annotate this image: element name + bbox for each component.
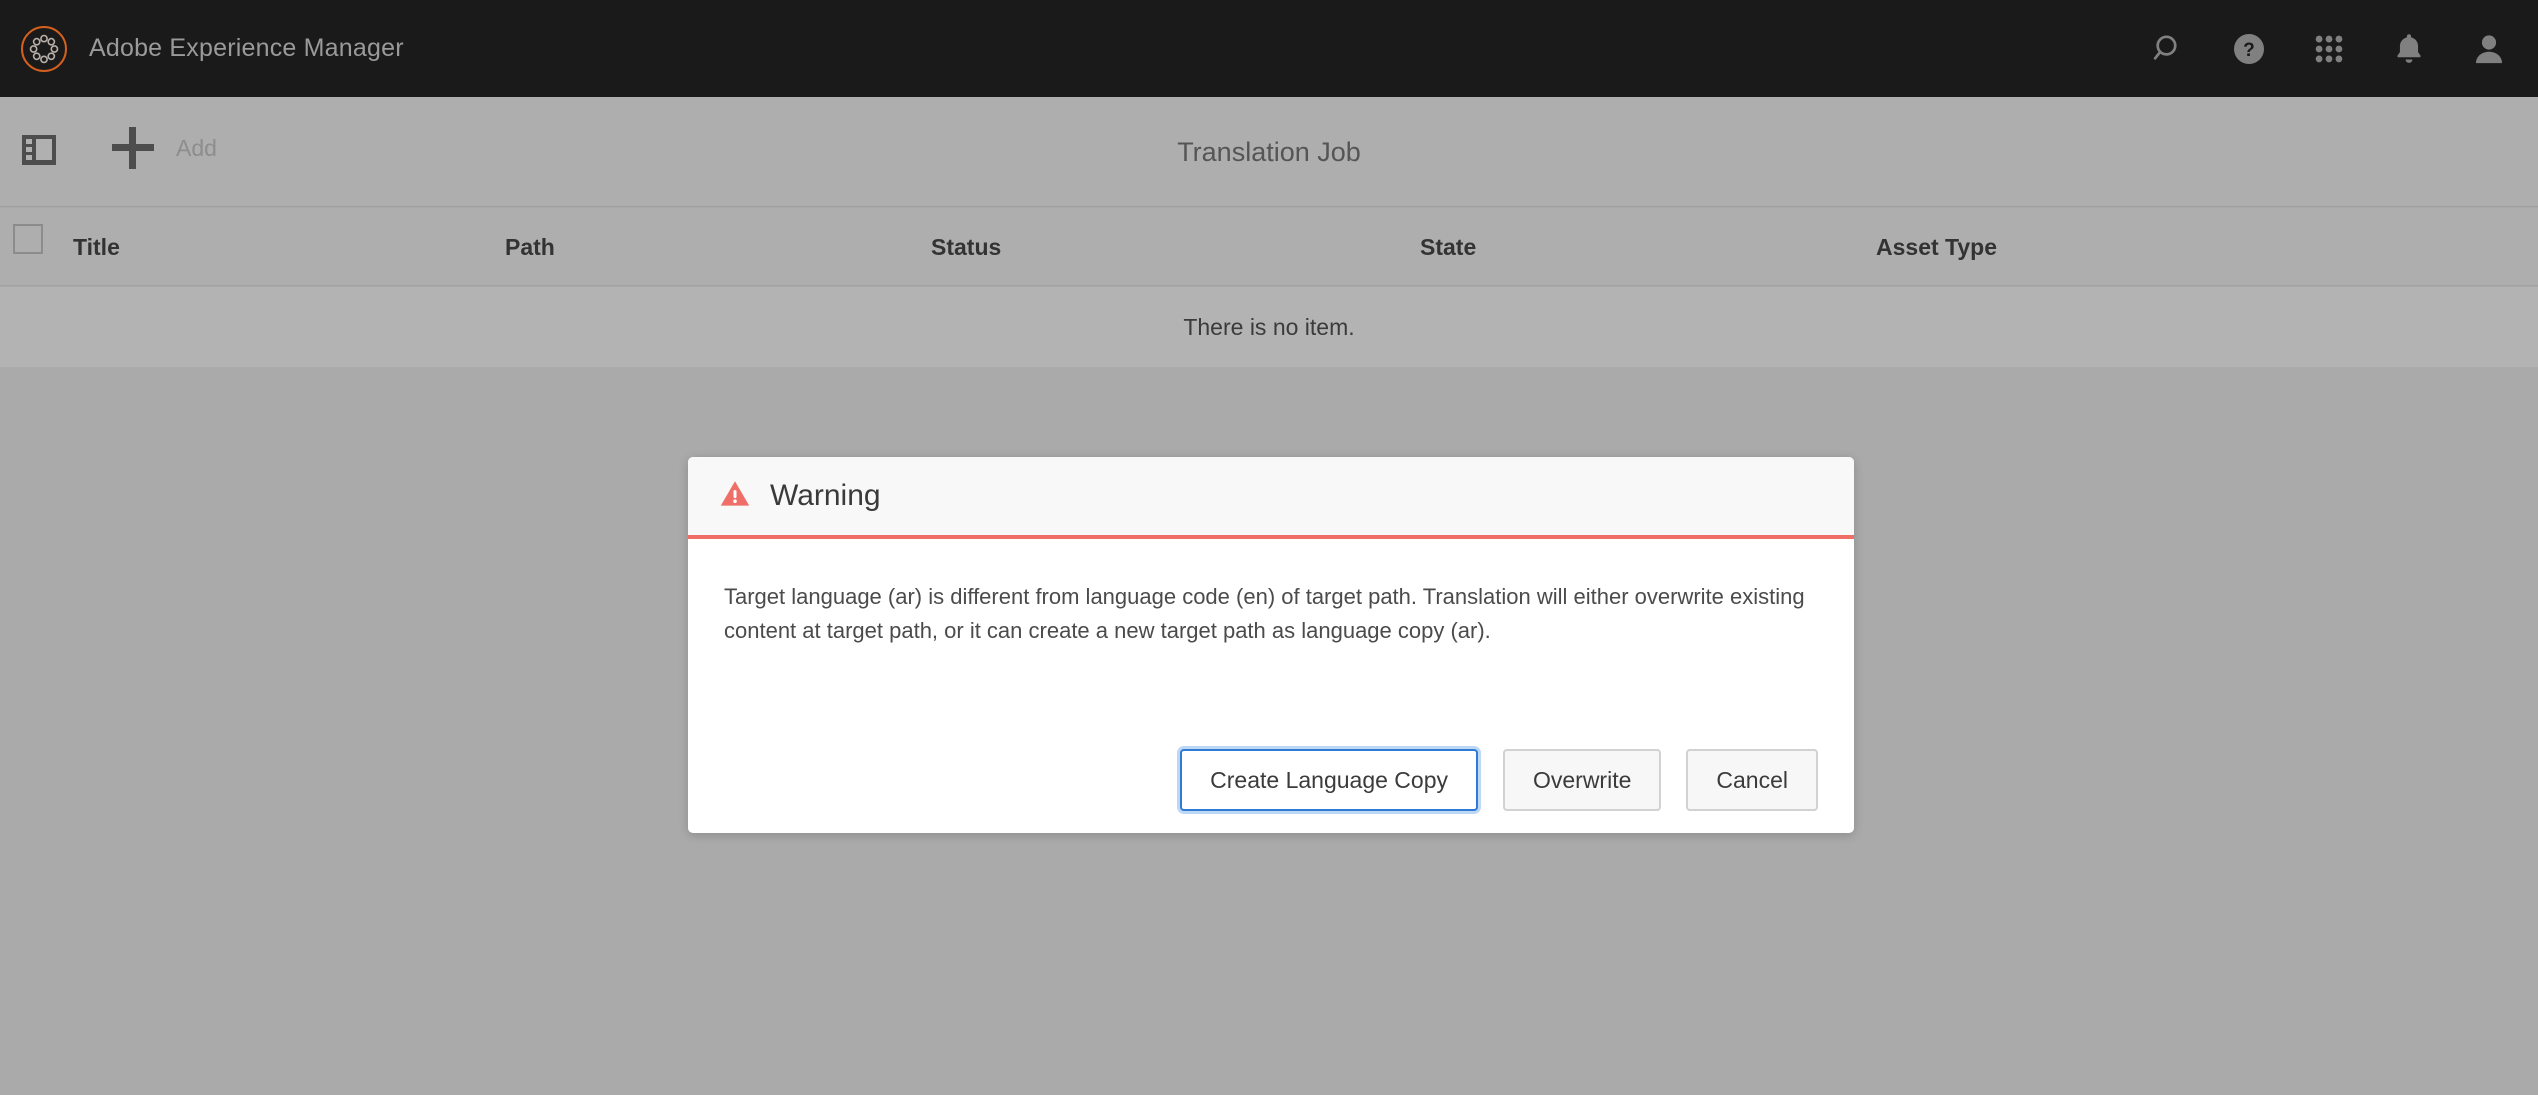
column-header-title[interactable]: Title (73, 208, 120, 286)
warning-dialog: Warning Target language (ar) is differen… (688, 457, 1854, 833)
aem-logo-icon (21, 25, 67, 72)
dialog-title: Warning (770, 479, 881, 512)
user-avatar-icon[interactable] (2470, 30, 2508, 68)
warning-triangle-icon (720, 480, 750, 512)
action-bar: Add Translation Job (0, 97, 2538, 207)
brand-identity[interactable]: Adobe Experience Manager (0, 25, 404, 72)
overwrite-button[interactable]: Overwrite (1502, 749, 1662, 811)
dialog-footer: Create Language Copy Overwrite Cancel (688, 749, 1854, 811)
plus-icon (112, 127, 154, 169)
help-icon[interactable]: ? (2230, 30, 2268, 68)
brand-header-bar: Adobe Experience Manager ? (0, 0, 2538, 97)
dialog-header: Warning (688, 457, 1854, 539)
table-header-row: Title Path Status State Asset Type (0, 208, 2538, 286)
header-actions: ? (2150, 30, 2538, 68)
page-title: Translation Job (0, 97, 2538, 207)
column-header-status[interactable]: Status (931, 208, 1001, 286)
column-header-state[interactable]: State (1420, 208, 1476, 286)
dialog-message: Target language (ar) is different from l… (724, 584, 1805, 644)
column-header-path[interactable]: Path (505, 208, 555, 286)
solutions-grid-icon[interactable] (2310, 30, 2348, 68)
cancel-button[interactable]: Cancel (1686, 749, 1818, 811)
add-button[interactable]: Add (112, 127, 217, 169)
select-all-checkbox[interactable] (13, 224, 43, 254)
page-title-text: Translation Job (1177, 136, 1361, 167)
add-button-label: Add (176, 134, 217, 161)
search-icon[interactable] (2150, 30, 2188, 68)
column-header-asset-type[interactable]: Asset Type (1876, 208, 1997, 286)
rail-toggle-icon[interactable] (17, 130, 61, 170)
create-language-copy-button[interactable]: Create Language Copy (1180, 749, 1478, 811)
brand-title: Adobe Experience Manager (89, 34, 404, 62)
notifications-bell-icon[interactable] (2390, 30, 2428, 68)
table-empty-state: There is no item. (0, 287, 2538, 367)
svg-text:?: ? (2243, 39, 2255, 60)
table-empty-message: There is no item. (1183, 313, 1355, 340)
